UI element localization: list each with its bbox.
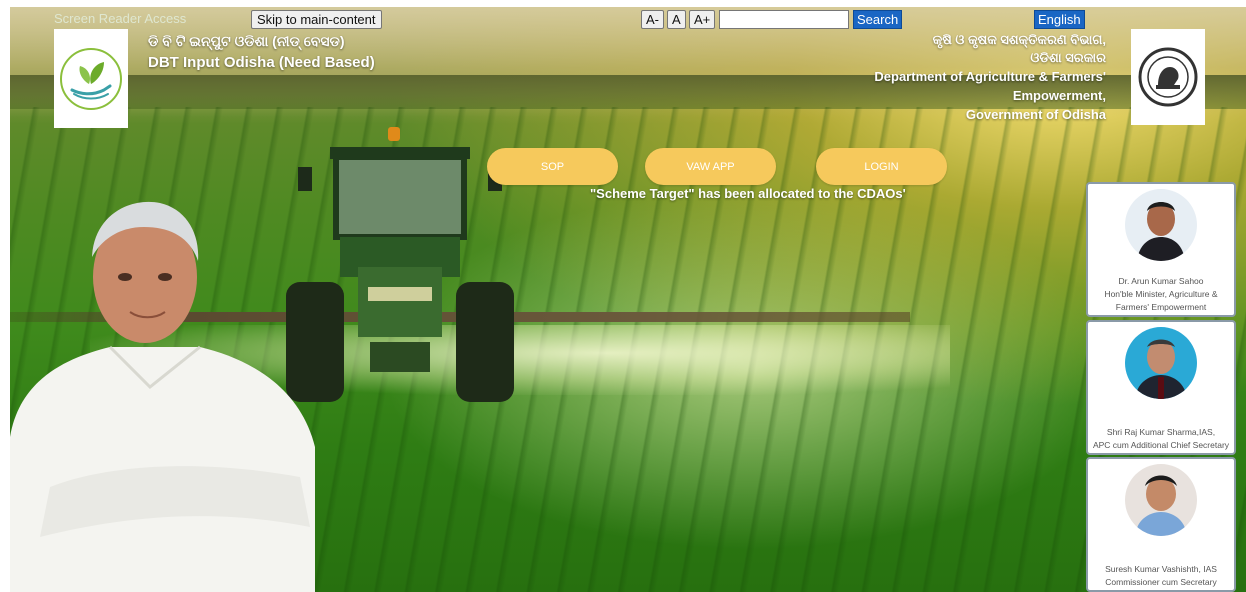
hero-background: Screen Reader Access Skip to main-conten… [10,7,1246,592]
official-name: Suresh Kumar Vashishth, IAS [1105,564,1217,574]
official-card[interactable]: Shri Raj Kumar Sharma,IAS, APC cum Addit… [1086,320,1236,455]
official-photo [1125,464,1197,536]
department-en-line3: Government of Odisha [965,107,1106,122]
font-decrease-button[interactable]: A- [641,10,664,29]
chief-minister-photo [10,201,315,592]
sop-button[interactable]: SOP [487,148,618,185]
vaw-app-button[interactable]: VAW APP [645,148,776,185]
official-role: Commissioner cum Secretary [1105,577,1217,587]
screen-reader-link[interactable]: Screen Reader Access [54,11,186,26]
font-normal-button[interactable]: A [667,10,686,29]
official-name: Dr. Arun Kumar Sahoo [1118,276,1204,286]
skip-to-main-button[interactable]: Skip to main-content [251,10,382,29]
site-title-odia: ଡି ବି ଟି ଇନ୍‌ପୁଟ ଓଡିଶା (ନୀଡ୍‌ ବେସଡ) [148,33,345,49]
search-button[interactable]: Search [853,10,903,29]
official-role: APC cum Additional Chief Secretary [1092,440,1230,450]
official-photo [1125,189,1197,261]
site-title: DBT Input Odisha (Need Based) [148,54,375,71]
department-en-line1: Department of Agriculture & Farmers' [874,69,1106,84]
official-role-line2: Farmers' Empowerment [1115,302,1207,312]
department-odia-line2: ଓଡିଶା ସରକାର [1030,50,1106,65]
leaf-hand-logo-icon [60,47,122,110]
department-en-line2: Empowerment, [1012,88,1106,103]
dbt-logo[interactable] [54,29,128,128]
font-increase-button[interactable]: A+ [689,10,716,29]
login-button[interactable]: LOGIN [816,148,947,185]
department-odia-line1: କୃଷି ଓ କୃଷକ ସଶକ୍ତିକରଣ ବିଭାଗ, [932,32,1106,47]
official-role: Hon'ble Minister, Agriculture & [1104,289,1218,299]
language-select-button[interactable]: English [1034,10,1085,29]
search-input[interactable] [719,10,849,29]
accessibility-bar: Screen Reader Access Skip to main-conten… [10,7,1246,33]
official-card[interactable]: Dr. Arun Kumar Sahoo Hon'ble Minister, A… [1086,182,1236,317]
odisha-emblem [1131,29,1205,125]
official-name: Shri Raj Kumar Sharma,IAS, [1106,427,1216,437]
scheme-notice[interactable]: "Scheme Target" has been allocated to th… [590,186,906,201]
official-photo [1125,327,1197,399]
state-emblem-icon [1138,47,1198,107]
department-name: କୃଷି ଓ କୃଷକ ସଶକ୍ତିକରଣ ବିଭାଗ, ଓଡିଶା ସରକାର… [874,31,1106,124]
official-card[interactable]: Suresh Kumar Vashishth, IAS Commissioner… [1086,457,1236,592]
